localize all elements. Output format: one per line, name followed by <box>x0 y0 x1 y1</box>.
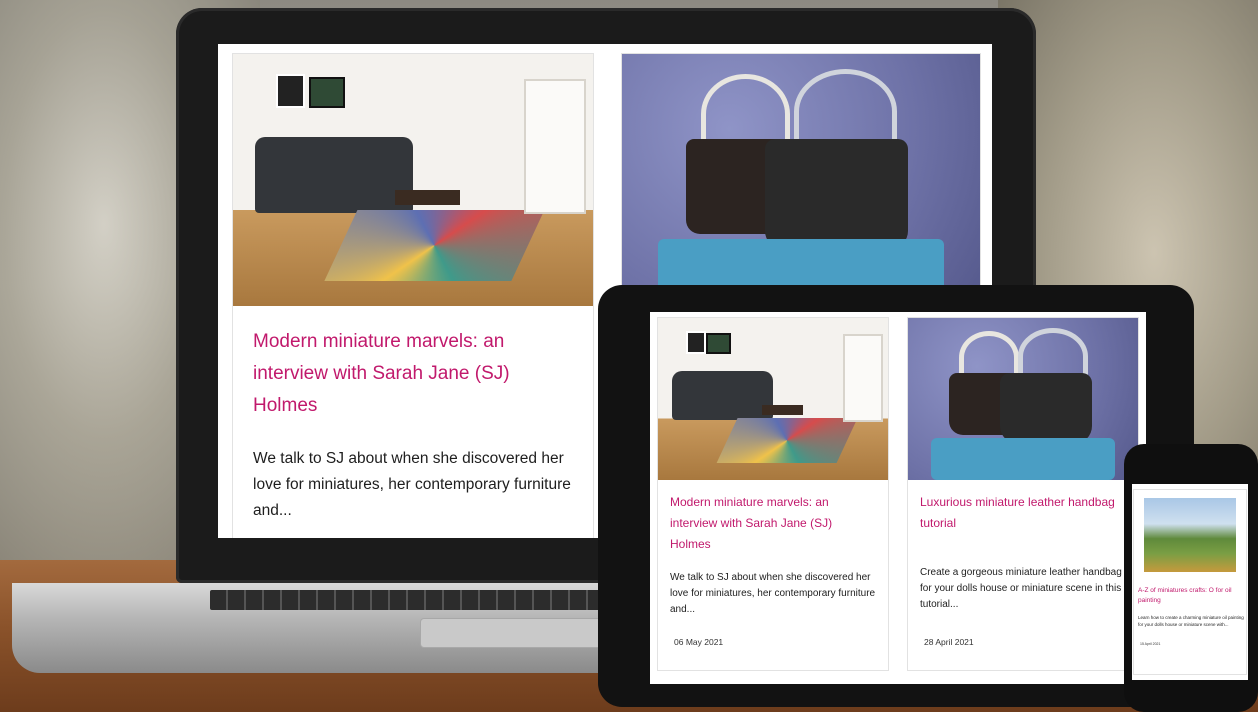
wall-frame <box>685 330 706 355</box>
phone-display: A-Z of miniatures crafts: O for oil pain… <box>1132 484 1248 680</box>
tablet-display: Modern miniature marvels: an interview w… <box>650 312 1146 684</box>
wall-frame <box>308 76 345 109</box>
article-image-handbags[interactable] <box>622 54 980 304</box>
article-date: 15 April 2021 <box>1140 642 1161 646</box>
article-image-living-room[interactable] <box>658 318 888 480</box>
article-image-living-room[interactable] <box>233 54 593 306</box>
rug <box>716 418 858 464</box>
article-date: 06 May 2021 <box>674 637 724 647</box>
article-excerpt: We talk to SJ about when she discovered … <box>253 450 571 519</box>
laptop-trackpad <box>420 618 622 648</box>
rug <box>324 210 545 281</box>
article-card[interactable]: A-Z of miniatures crafts: O for oil pain… <box>1134 490 1246 674</box>
article-card[interactable]: Luxurious miniature leather handbag tuto… <box>908 318 1138 670</box>
article-card[interactable]: Modern miniature marvels: an interview w… <box>658 318 888 670</box>
handbag <box>1000 373 1092 445</box>
article-title[interactable]: Modern miniature marvels: an interview w… <box>253 326 553 422</box>
coffee-table <box>395 190 460 206</box>
wall-frame <box>706 332 731 355</box>
sofa <box>671 371 773 421</box>
article-excerpt: We talk to SJ about when she discovered … <box>670 572 876 615</box>
article-excerpt: Create a gorgeous miniature leather hand… <box>920 567 1122 610</box>
door <box>842 334 884 423</box>
sofa <box>254 137 413 213</box>
door <box>524 79 586 215</box>
article-title[interactable]: Modern miniature marvels: an interview w… <box>670 492 870 555</box>
handbag <box>765 139 909 249</box>
article-card[interactable]: Modern miniature marvels: an interview w… <box>233 54 593 538</box>
wall-frame <box>276 74 306 109</box>
article-date: 28 April 2021 <box>924 637 974 647</box>
article-image-handbags[interactable] <box>908 318 1138 480</box>
article-title[interactable]: A-Z of miniatures crafts: O for oil pain… <box>1138 586 1244 606</box>
article-excerpt: Learn how to create a charming miniature… <box>1138 615 1244 627</box>
display-stand <box>931 437 1115 480</box>
article-title[interactable]: Luxurious miniature leather handbag tuto… <box>920 492 1120 534</box>
article-image-oil-painting[interactable] <box>1144 498 1236 572</box>
coffee-table <box>761 405 803 416</box>
